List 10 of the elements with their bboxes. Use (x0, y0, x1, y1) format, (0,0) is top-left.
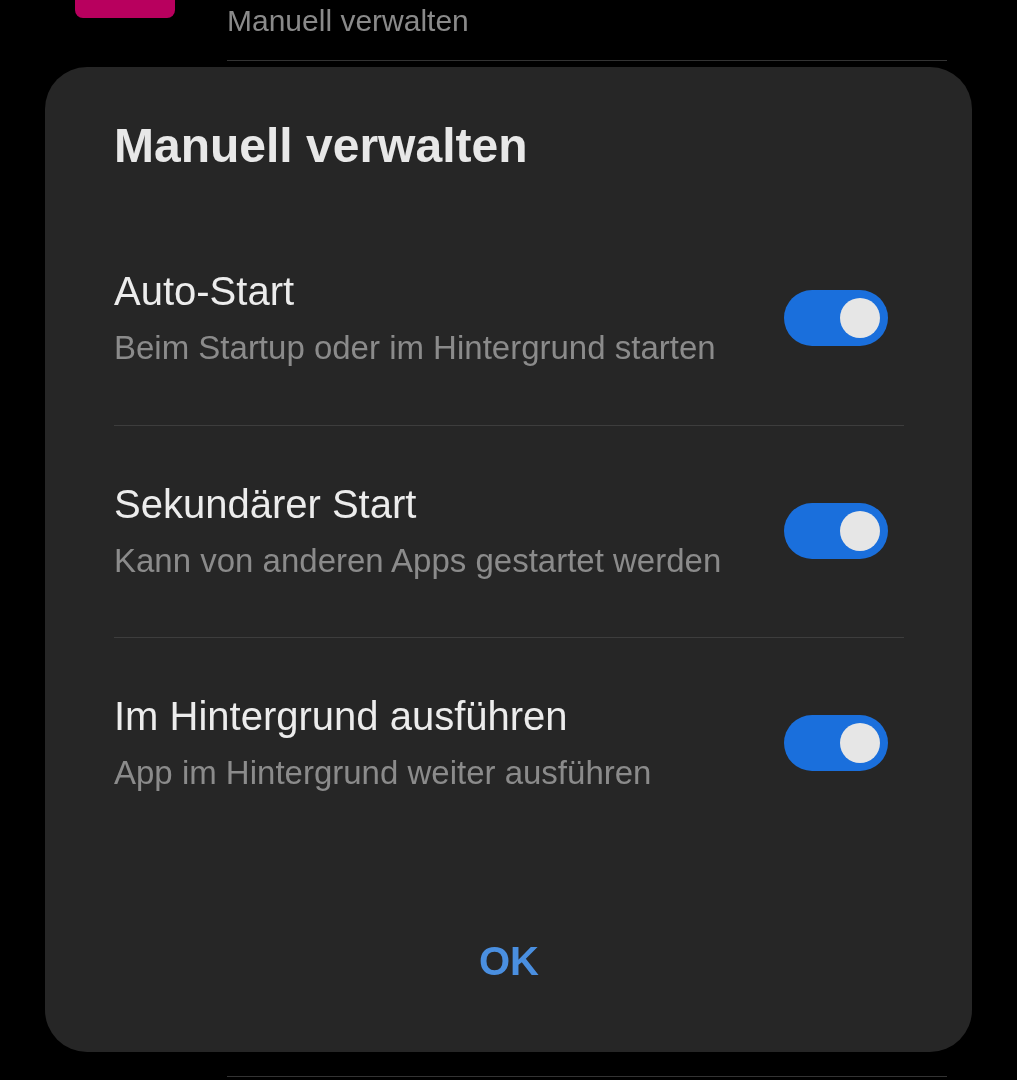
app-icon (75, 0, 175, 18)
list-item-label: Manuell verwalten (227, 2, 469, 39)
setting-description: Kann von anderen Apps gestartet werden (114, 541, 723, 581)
setting-description: Beim Startup oder im Hintergrund starten (114, 327, 717, 368)
ok-button[interactable]: OK (459, 925, 559, 997)
setting-title: Auto-Start (114, 267, 296, 315)
dialog-title: Manuell verwalten (114, 118, 529, 174)
setting-title: Sekundärer Start (114, 481, 418, 528)
setting-title: Im Hintergrund ausführen (114, 693, 569, 740)
setting-description: App im Hintergrund weiter ausführen (114, 753, 653, 793)
